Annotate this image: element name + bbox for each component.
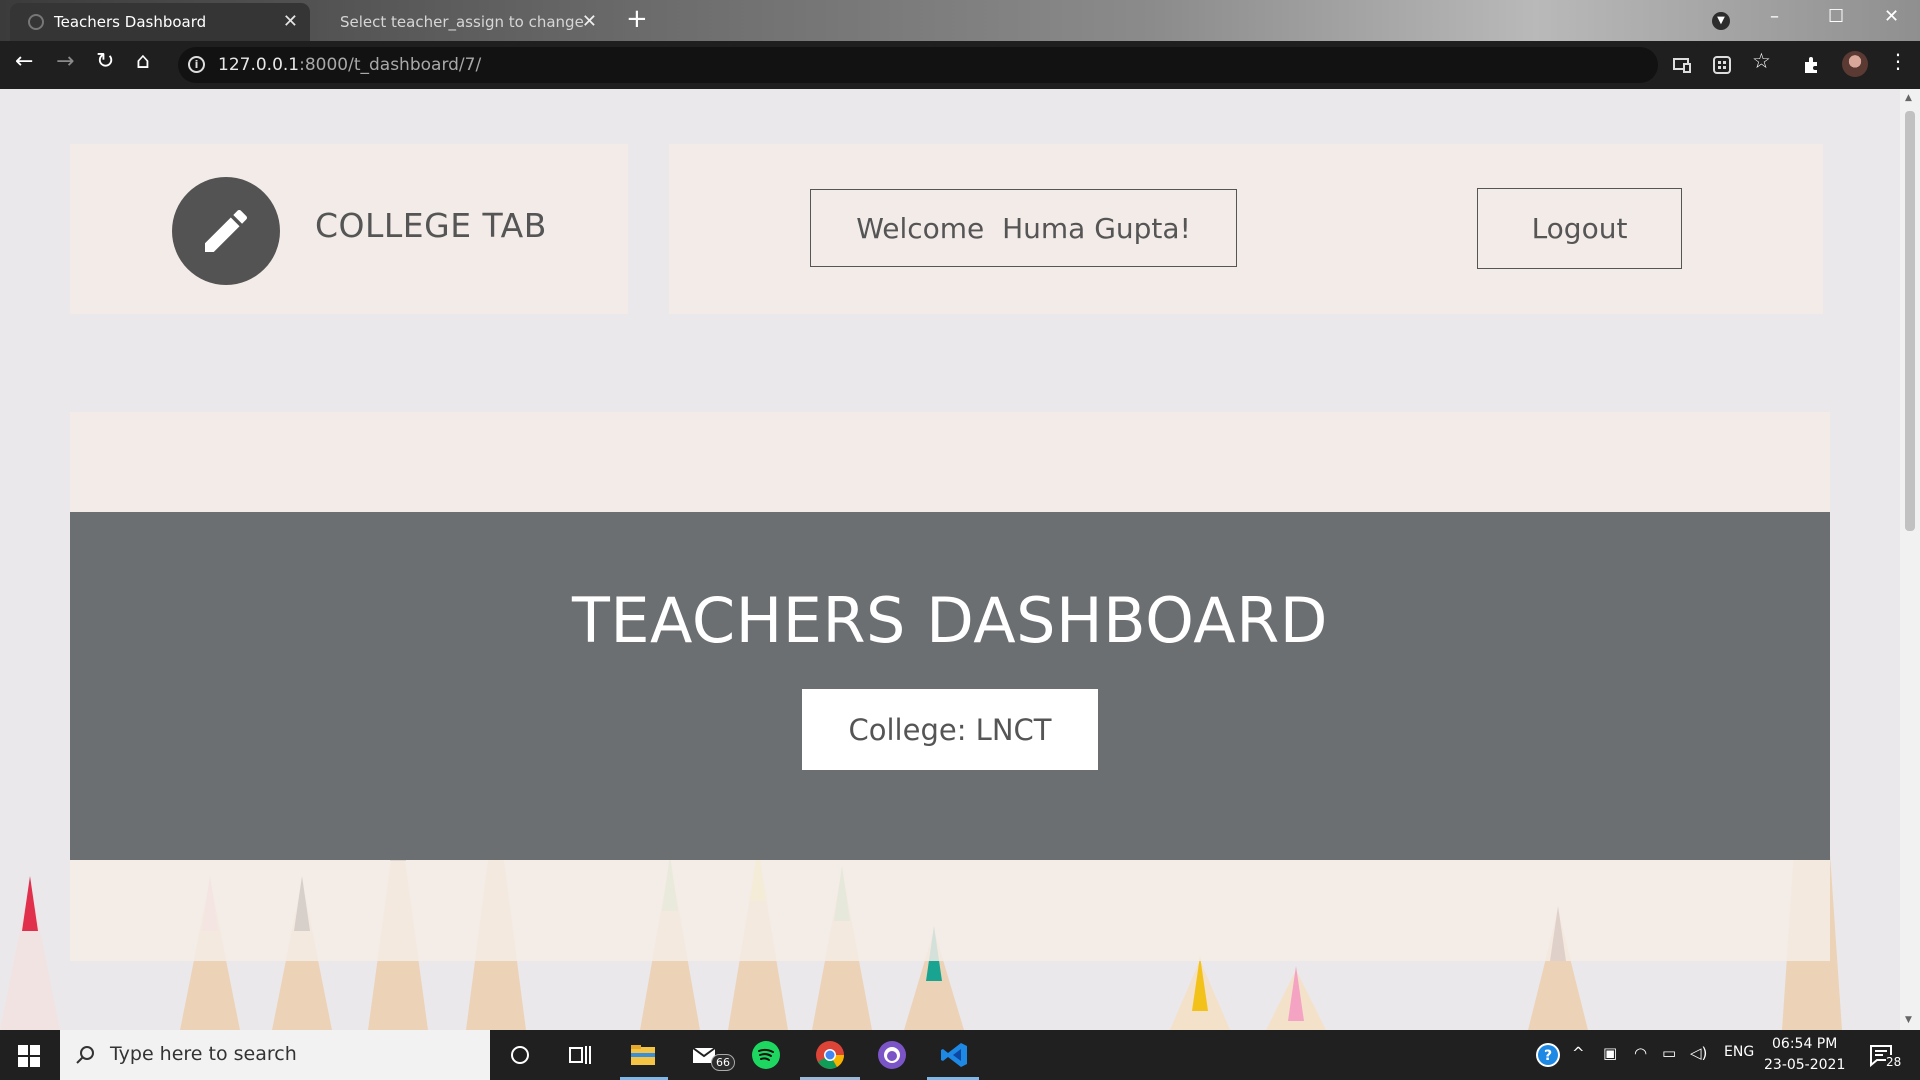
tab-search-chevron-icon[interactable]: ▼ [1712, 12, 1730, 30]
qr-code-icon[interactable] [1712, 55, 1732, 75]
site-info-icon[interactable]: i [188, 56, 205, 73]
extensions-puzzle-icon[interactable] [1802, 55, 1822, 75]
spotify-icon[interactable] [751, 1040, 781, 1070]
pencil-decoration [1170, 956, 1230, 1030]
mail-count-badge: 66 [711, 1054, 735, 1071]
brand-name[interactable]: COLLEGE TAB [315, 206, 547, 245]
task-view-icon[interactable] [565, 1040, 595, 1070]
reload-icon[interactable]: ↻ [96, 49, 114, 74]
show-hidden-icons-chevron-icon[interactable]: ^ [1572, 1044, 1585, 1062]
vscode-icon[interactable] [939, 1040, 969, 1070]
taskbar-clock[interactable]: 06:54 PM 23-05-2021 [1764, 1034, 1845, 1076]
home-icon[interactable]: ⌂ [136, 49, 150, 74]
browser-toolbar: ← → ↻ ⌂ i 127.0.0.1:8000/t_dashboard/7/ … [0, 41, 1920, 89]
notification-count: 28 [1886, 1055, 1902, 1069]
scroll-up-arrow-icon[interactable]: ▲ [1905, 93, 1912, 103]
page-content: COLLEGE TAB Welcome Huma Gupta! Logout T… [0, 89, 1900, 1030]
scroll-thumb[interactable] [1905, 111, 1915, 531]
more-menu-icon[interactable]: ⋮ [1888, 49, 1908, 73]
header-card: Welcome Huma Gupta! Logout [669, 144, 1823, 314]
pencil-decoration [0, 876, 60, 1030]
clock-date: 23-05-2021 [1764, 1057, 1846, 1073]
logout-button[interactable]: Logout [1477, 188, 1682, 269]
tab-teachers-dashboard[interactable]: Teachers Dashboard ✕ [10, 3, 310, 41]
svg-text:?: ? [1544, 1048, 1552, 1064]
forward-arrow-icon[interactable]: → [56, 49, 74, 74]
url-text: 127.0.0.1:8000/t_dashboard/7/ [218, 55, 482, 75]
clock-time: 06:54 PM [1772, 1036, 1838, 1052]
windows-start-icon[interactable] [18, 1045, 40, 1067]
address-bar[interactable]: i 127.0.0.1:8000/t_dashboard/7/ [178, 47, 1658, 83]
page-title: TEACHERS DASHBOARD [571, 584, 1329, 657]
taskbar-search-box[interactable]: Type here to search [60, 1030, 490, 1080]
tab-title: Teachers Dashboard [54, 13, 207, 31]
wifi-icon[interactable]: ◠ [1634, 1044, 1647, 1062]
minimize-icon[interactable]: – [1770, 6, 1779, 27]
browser-tab-strip: Teachers Dashboard ✕ Select teacher_assi… [0, 0, 1920, 41]
loading-favicon-icon [28, 14, 44, 30]
hero-top-band [70, 412, 1830, 512]
meet-now-icon[interactable]: ▣ [1603, 1044, 1617, 1062]
page-scrollbar[interactable]: ▲ ▼ [1900, 89, 1920, 1030]
brand-card: COLLEGE TAB [70, 144, 628, 314]
search-placeholder: Type here to search [110, 1043, 297, 1065]
back-arrow-icon[interactable]: ← [15, 49, 33, 74]
profile-avatar[interactable] [1842, 51, 1868, 77]
pencil-decoration [1266, 966, 1326, 1030]
maximize-icon[interactable]: ☐ [1828, 6, 1844, 27]
college-button[interactable]: College: LNCT [802, 689, 1098, 770]
tab-select-teacher-assign[interactable]: Select teacher_assign to change ✕ [340, 3, 605, 41]
pencil-icon [205, 209, 248, 252]
cast-icon[interactable] [1672, 55, 1692, 75]
tab-title-inactive: Select teacher_assign to change [340, 13, 584, 31]
chrome-icon[interactable] [815, 1040, 845, 1070]
dashboard-hero: TEACHERS DASHBOARD College: LNCT [70, 512, 1830, 860]
close-window-icon[interactable]: ✕ [1884, 6, 1899, 27]
file-explorer-icon[interactable] [628, 1040, 658, 1070]
windows-taskbar: Type here to search 66 ? ^ ▣ ◠ ▭ ◁) ENG … [0, 1030, 1920, 1080]
cortana-icon[interactable] [505, 1040, 535, 1070]
bookmark-star-icon[interactable]: ☆ [1752, 49, 1771, 73]
close-tab-icon[interactable]: ✕ [283, 11, 298, 32]
battery-icon[interactable]: ▭ [1662, 1044, 1676, 1062]
github-desktop-icon[interactable] [877, 1040, 907, 1070]
close-tab-icon[interactable]: ✕ [582, 11, 597, 32]
welcome-button[interactable]: Welcome Huma Gupta! [810, 189, 1237, 267]
volume-icon[interactable]: ◁) [1690, 1044, 1707, 1062]
help-icon[interactable]: ? [1534, 1041, 1562, 1069]
logo[interactable] [172, 177, 280, 285]
new-tab-plus-icon[interactable]: + [626, 4, 648, 34]
scroll-down-arrow-icon[interactable]: ▼ [1905, 1015, 1912, 1025]
language-indicator[interactable]: ENG [1724, 1044, 1754, 1060]
hero-bottom-band [70, 860, 1830, 961]
search-icon [76, 1046, 94, 1064]
